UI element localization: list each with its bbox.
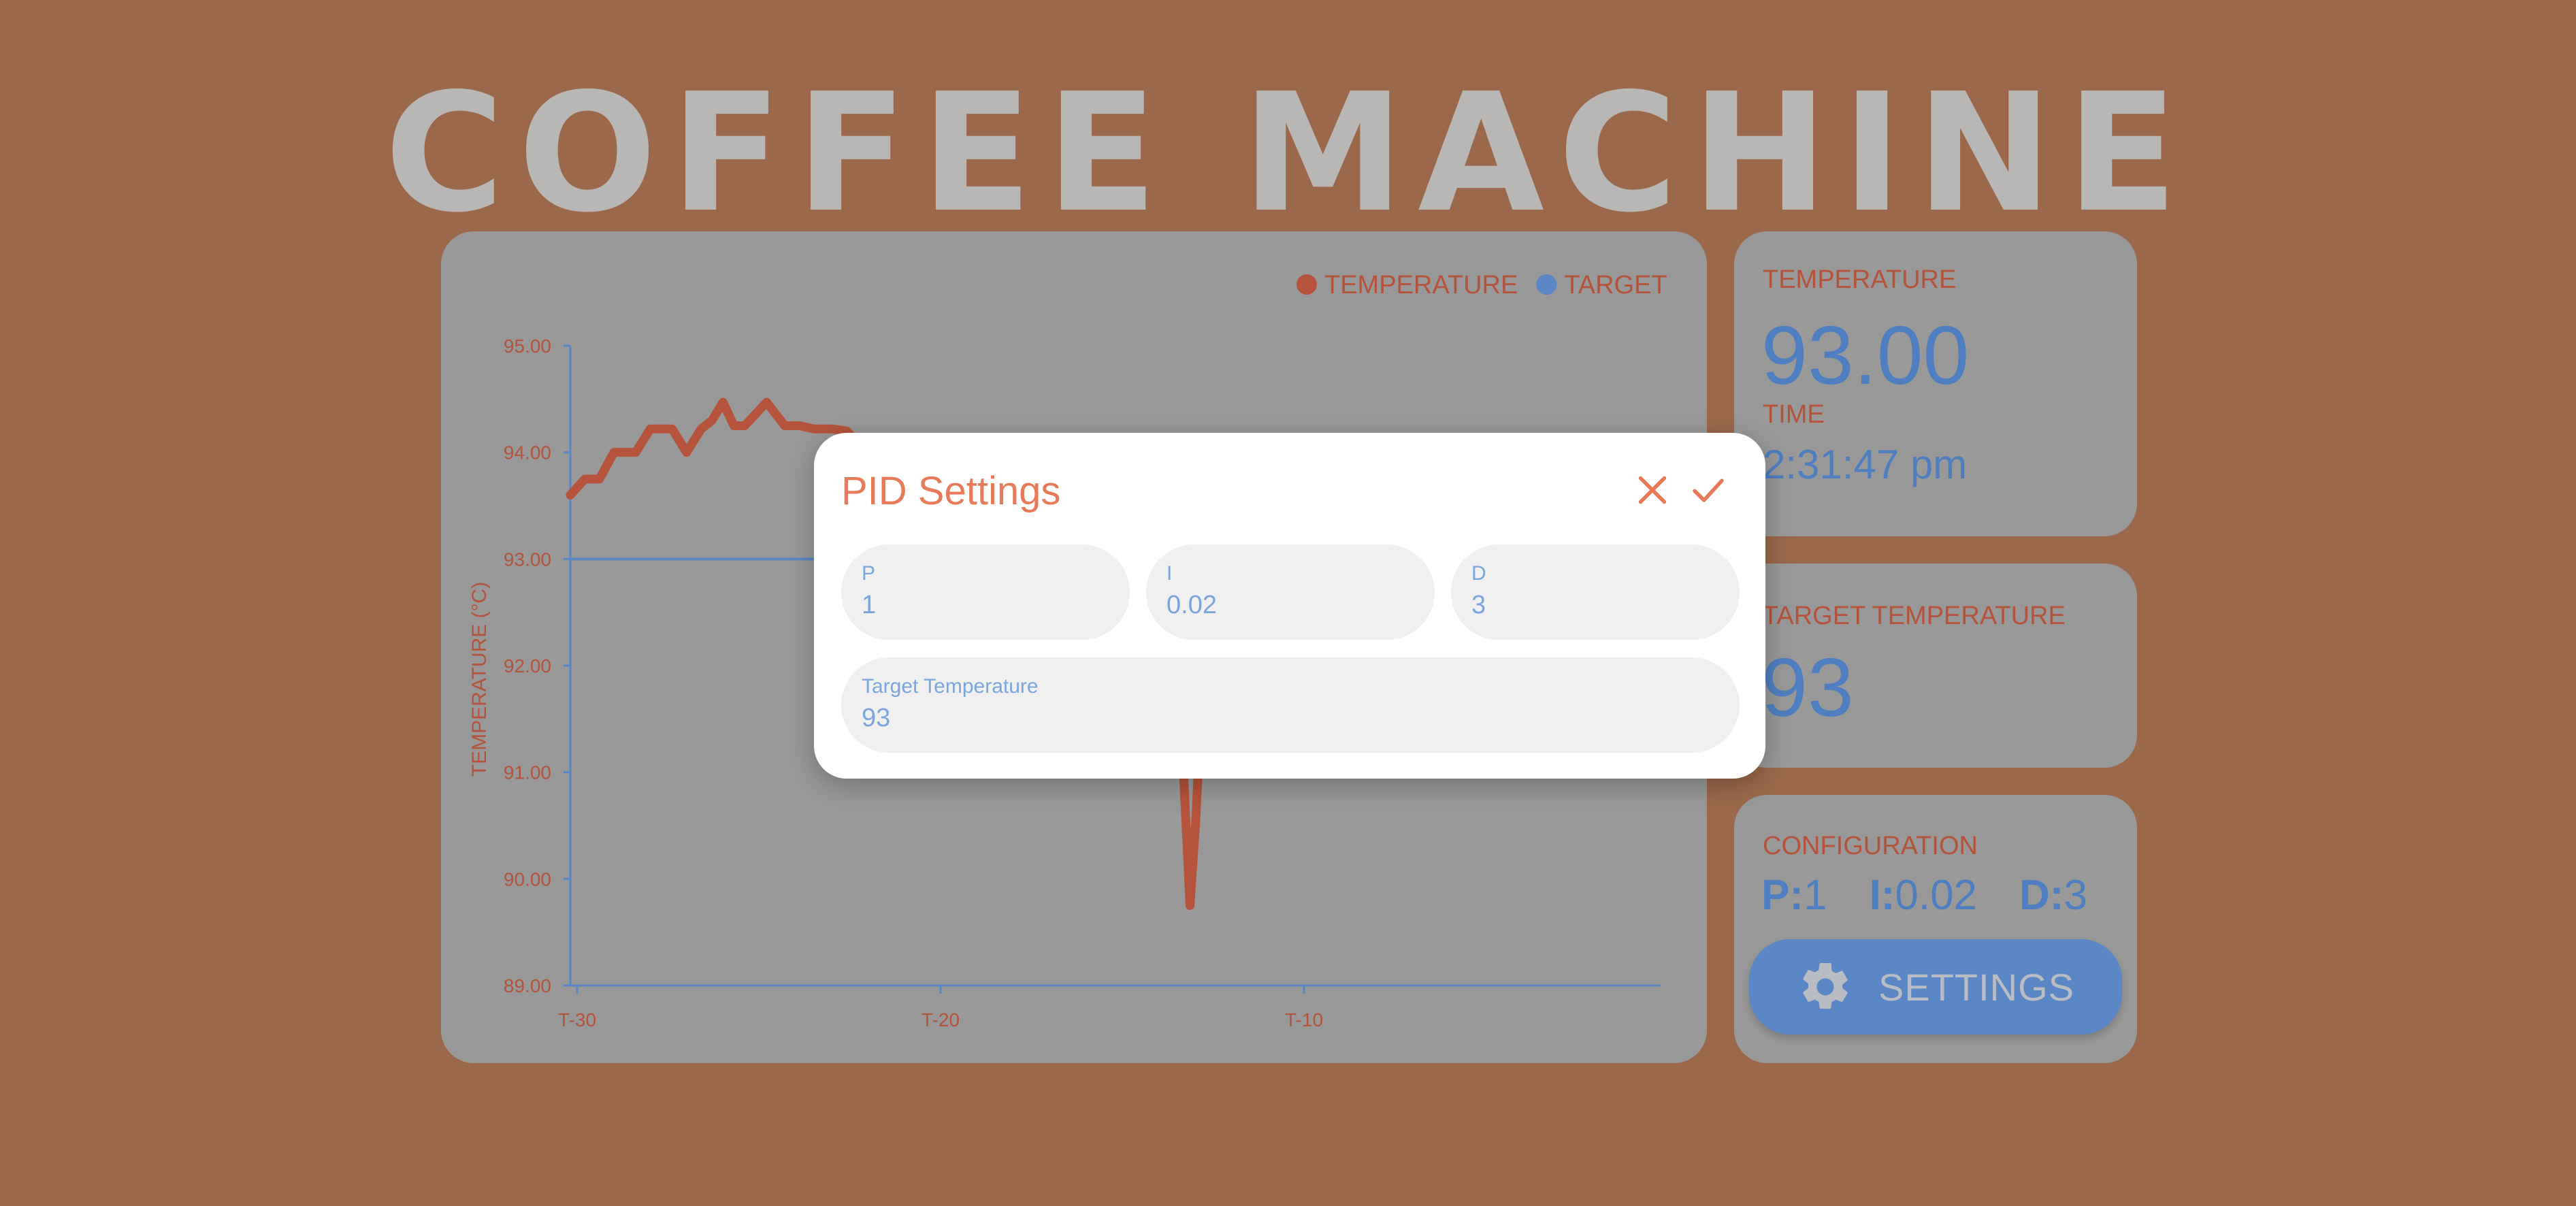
y-tick-label: 93.00 xyxy=(504,549,551,570)
check-icon[interactable] xyxy=(1688,470,1729,510)
x-tick-label: T-30 xyxy=(558,1009,596,1030)
y-tick-label: 94.00 xyxy=(504,442,551,463)
y-tick-label: 92.00 xyxy=(504,655,551,677)
app-title: COFFEE MACHINE xyxy=(384,58,2192,248)
i-input[interactable]: I 0.02 xyxy=(1146,544,1435,640)
target-temperature-card: TARGET TEMPERATURE 93 xyxy=(1734,564,2137,768)
temperature-label: TEMPERATURE xyxy=(1763,265,1957,294)
temperature-card: TEMPERATURE 93.00 TIME 2:31:47 pm xyxy=(1734,231,2137,536)
legend-swatch-target xyxy=(1536,274,1557,295)
target-temperature-label: TARGET TEMPERATURE xyxy=(1763,602,2066,630)
i-input-label: I xyxy=(1167,562,1173,585)
p-summary: P:1 xyxy=(1761,872,1827,919)
x-tick-label: T-20 xyxy=(922,1009,960,1030)
temperature-value: 93.00 xyxy=(1761,309,1970,402)
configuration-label: CONFIGURATION xyxy=(1763,832,1978,860)
target-temperature-input-label: Target Temperature xyxy=(862,675,1039,698)
target-temperature-input-value: 93 xyxy=(862,704,891,732)
legend-swatch-temperature xyxy=(1297,274,1317,295)
configuration-card: CONFIGURATION P:1 I:0.02 D:3 SETTINGS xyxy=(1734,795,2137,1063)
time-label: TIME xyxy=(1763,400,1825,429)
d-summary: D:3 xyxy=(2019,872,2087,919)
p-input-label: P xyxy=(862,562,876,585)
d-key: D: xyxy=(2019,872,2064,919)
y-tick-label: 95.00 xyxy=(504,336,551,357)
i-key: I: xyxy=(1869,872,1895,919)
y-tick-label: 90.00 xyxy=(504,868,551,890)
settings-button-label: SETTINGS xyxy=(1878,965,2075,1009)
d-input-value: 3 xyxy=(1471,591,1486,619)
i-summary-value: 0.02 xyxy=(1895,872,1978,919)
y-axis-label: TEMPERATURE (°C) xyxy=(468,582,491,777)
p-input-value: 1 xyxy=(862,591,877,619)
d-summary-value: 3 xyxy=(2064,872,2087,919)
pid-summary: P:1 I:0.02 D:3 xyxy=(1761,871,2087,919)
d-input-label: D xyxy=(1471,562,1486,585)
legend-label-temperature: TEMPERATURE xyxy=(1324,271,1518,299)
close-icon[interactable] xyxy=(1632,470,1673,510)
pid-settings-dialog: PID Settings P 1 I 0.02 D 3 Target Tempe… xyxy=(814,433,1765,779)
d-input[interactable]: D 3 xyxy=(1451,544,1740,640)
legend-label-target: TARGET xyxy=(1564,271,1667,299)
x-tick-label: T-10 xyxy=(1285,1009,1323,1030)
target-temperature-value: 93 xyxy=(1761,641,1854,734)
gear-icon xyxy=(1803,962,1848,1009)
y-tick-label: 89.00 xyxy=(504,975,551,996)
p-input[interactable]: P 1 xyxy=(841,544,1130,640)
i-input-value: 0.02 xyxy=(1167,591,1217,619)
target-temperature-input[interactable]: Target Temperature 93 xyxy=(841,657,1740,753)
p-summary-value: 1 xyxy=(1804,872,1827,919)
time-value: 2:31:47 pm xyxy=(1763,442,1968,487)
dialog-title: PID Settings xyxy=(841,469,1061,513)
settings-button[interactable]: SETTINGS xyxy=(1749,939,2122,1034)
y-tick-label: 91.00 xyxy=(504,762,551,783)
i-summary: I:0.02 xyxy=(1869,872,1977,919)
p-key: P: xyxy=(1761,872,1804,919)
